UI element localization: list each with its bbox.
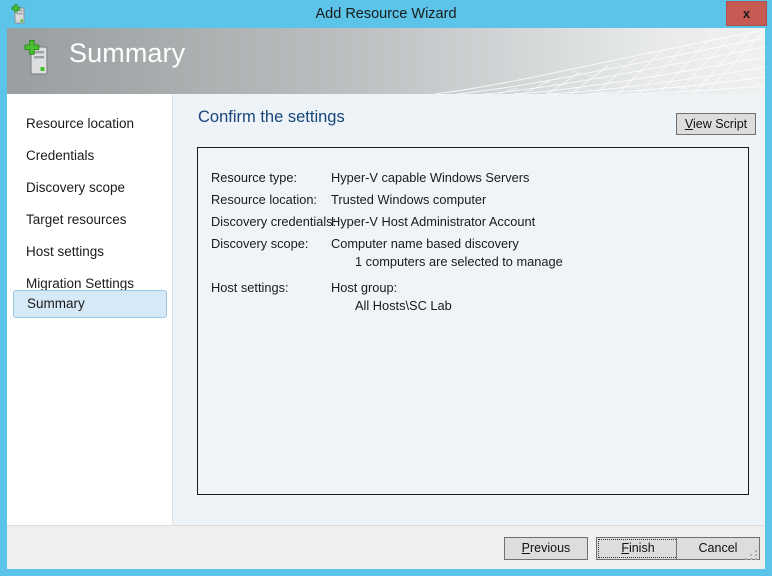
wizard-content-pane: Confirm the settings View Script Resourc… xyxy=(174,94,765,525)
summary-subvalue-discovery-scope: 1 computers are selected to manage xyxy=(355,254,563,269)
summary-value-discovery-credentials: Hyper-V Host Administrator Account xyxy=(331,214,536,229)
summary-label-discovery-credentials: Discovery credentials: xyxy=(211,214,337,229)
banner-server-add-icon xyxy=(22,40,56,78)
sidebar-item-discovery-scope[interactable]: Discovery scope xyxy=(13,174,167,202)
window-title: Add Resource Wizard xyxy=(315,6,457,22)
summary-value-resource-type: Hyper-V capable Windows Servers xyxy=(331,170,530,185)
summary-label-resource-type: Resource type: xyxy=(211,170,298,185)
add-resource-wizard-window: Add Resource Wizard x Summary Resource l… xyxy=(0,0,772,576)
wizard-banner: Summary xyxy=(7,28,765,94)
wizard-body: Resource location Credentials Discovery … xyxy=(7,94,765,525)
sidebar-item-summary[interactable]: Summary xyxy=(13,290,167,318)
view-script-button[interactable]: View Script xyxy=(676,113,756,135)
banner-mesh-decoration xyxy=(434,29,765,94)
sidebar-item-host-settings[interactable]: Host settings xyxy=(13,238,167,266)
close-button[interactable]: x xyxy=(726,1,767,26)
sidebar-item-credentials[interactable]: Credentials xyxy=(13,142,167,170)
summary-value-resource-location: Trusted Windows computer xyxy=(331,192,487,207)
summary-panel: Resource type: Hyper-V capable Windows S… xyxy=(197,147,749,495)
summary-label-resource-location: Resource location: xyxy=(211,192,317,207)
wizard-footer: Previous Finish Cancel xyxy=(7,525,765,569)
summary-label-host-settings: Host settings: xyxy=(211,280,289,295)
summary-subvalue-host-settings: All Hosts\SC Lab xyxy=(355,298,452,313)
summary-value-discovery-scope: Computer name based discovery xyxy=(331,236,519,251)
title-bar: Add Resource Wizard x xyxy=(0,0,772,28)
resize-grip-icon[interactable] xyxy=(745,550,759,564)
banner-title: Summary xyxy=(69,38,186,68)
finish-button[interactable]: Finish xyxy=(596,537,680,560)
summary-label-discovery-scope: Discovery scope: xyxy=(211,236,309,251)
summary-value-host-settings: Host group: xyxy=(331,280,398,295)
page-title: Confirm the settings xyxy=(198,108,345,126)
previous-button[interactable]: Previous xyxy=(504,537,588,560)
wizard-step-sidebar: Resource location Credentials Discovery … xyxy=(7,94,173,525)
sidebar-item-resource-location[interactable]: Resource location xyxy=(13,110,167,138)
sidebar-item-target-resources[interactable]: Target resources xyxy=(13,206,167,234)
